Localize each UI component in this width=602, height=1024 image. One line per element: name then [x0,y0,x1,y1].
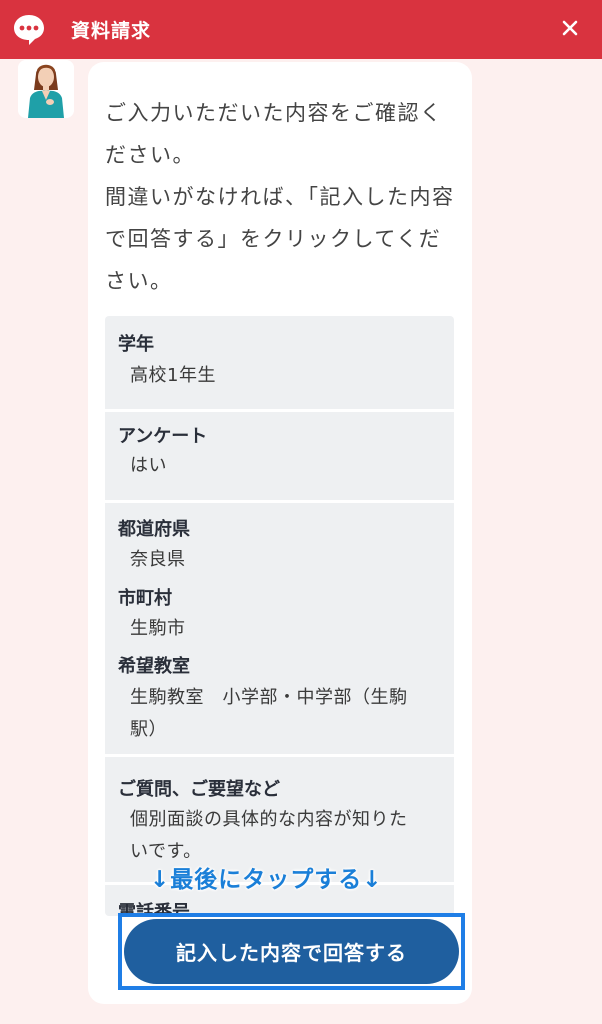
header-bar: 資料請求 [0,0,602,59]
field-value-questions: 個別面談の具体的な内容が知りたいです。 [130,809,408,862]
field-value-classroom: 生駒教室 小学部・中学部（生駒駅） [130,687,408,740]
divider [105,754,454,757]
divider [105,409,454,412]
field-label-survey: アンケート [118,426,208,447]
operator-avatar [18,60,74,118]
header-title: 資料請求 [71,20,152,42]
close-button[interactable] [556,14,584,42]
field-value-grade: 高校1年生 [130,365,216,386]
field-label-grade: 学年 [118,334,154,355]
field-label-city: 市町村 [118,588,172,609]
close-icon[interactable] [562,20,578,36]
chat-bubble-icon [11,11,47,47]
confirmation-message: ご入力いただいた内容をご確認ください。 間違いがなければ、「記入した内容で回答す… [105,101,455,293]
field-value-city: 生駒市 [130,618,186,639]
field-label-questions: ご質問、ご要望など [118,779,280,800]
tap-instruction: ↓最後にタップする↓ [150,867,383,893]
field-label-classroom: 希望教室 [118,656,190,677]
submit-answer-button[interactable]: 記入した内容で回答する [124,919,459,984]
field-label-prefecture: 都道府県 [118,519,190,540]
field-value-prefecture: 奈良県 [130,549,186,570]
field-value-survey: はい [130,455,167,476]
answer-summary: 学年 高校1年生 アンケート はい 都道府県 奈良県 市町村 生駒市 希望教室 … [105,316,454,916]
divider [105,500,454,503]
